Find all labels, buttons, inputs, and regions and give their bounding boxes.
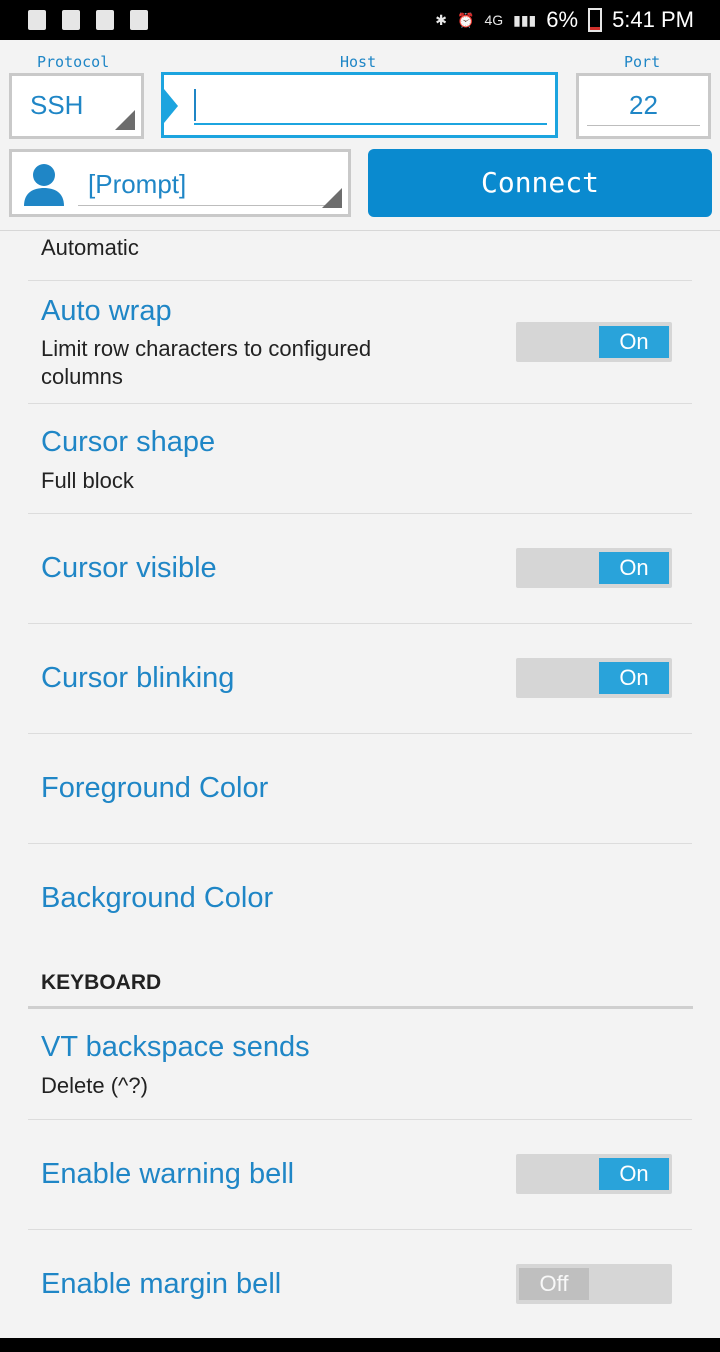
keyboard-settings-list: VT backspace sends Delete (^?) Enable wa… — [0, 1009, 720, 1338]
setting-row-auto-wrap[interactable]: Auto wrap Limit row characters to config… — [28, 281, 692, 404]
port-underline — [587, 125, 700, 126]
setting-row-automatic[interactable]: Automatic — [28, 231, 692, 281]
cursor-visible-toggle[interactable]: On — [516, 548, 672, 588]
port-label: Port — [624, 53, 661, 71]
host-input[interactable] — [161, 72, 558, 138]
setting-title: VT backspace sends — [41, 1031, 310, 1063]
text-cursor — [194, 89, 196, 121]
cursor-blinking-toggle[interactable]: On — [516, 658, 672, 698]
setting-subtitle: Delete (^?) — [41, 1073, 148, 1098]
settings-list: Automatic Auto wrap Limit row characters… — [0, 231, 720, 947]
setting-subtitle-line1: Limit row characters to configured — [41, 336, 372, 361]
connection-bar: Protocol Host Port SSH 22 [Prompt] Conne… — [0, 40, 720, 231]
auto-wrap-toggle[interactable]: On — [516, 322, 672, 362]
activity-icon — [96, 10, 114, 30]
toggle-thumb: On — [599, 326, 669, 358]
setting-title: Enable margin bell — [41, 1268, 282, 1300]
setting-value: Automatic — [41, 235, 139, 260]
status-bar: ✱ ⏰ 4G ▮▮▮ 6% 5:41 PM — [0, 0, 720, 40]
dropdown-corner-icon — [322, 188, 342, 208]
setting-title: Cursor visible — [41, 552, 217, 584]
host-label: Host — [340, 53, 377, 71]
toggle-thumb: On — [599, 552, 669, 584]
bluetooth-icon: ✱ — [435, 11, 448, 28]
setting-subtitle: Full block — [41, 468, 134, 493]
setting-title: Foreground Color — [41, 772, 269, 804]
setting-title: Cursor shape — [41, 426, 216, 458]
toggle-thumb: On — [599, 1158, 669, 1190]
port-input[interactable]: 22 — [576, 73, 711, 139]
setting-row-vt-backspace[interactable]: VT backspace sends Delete (^?) — [28, 1009, 692, 1120]
setting-title: Auto wrap — [41, 295, 172, 327]
setting-row-foreground-color[interactable]: Foreground Color — [28, 734, 692, 844]
host-underline — [194, 123, 547, 125]
alert-icon — [28, 10, 46, 30]
protocol-label: Protocol — [37, 53, 110, 71]
setting-title: Enable warning bell — [41, 1158, 295, 1190]
setting-title: Background Color — [41, 882, 274, 914]
toggle-thumb: On — [599, 662, 669, 694]
system-icons: ✱ ⏰ 4G ▮▮▮ 6% 5:41 PM — [435, 7, 720, 33]
alarm-icon: ⏰ — [457, 11, 475, 28]
user-icon — [24, 164, 64, 206]
network-type: 4G — [484, 12, 504, 28]
play-store-icon — [130, 10, 148, 30]
connect-button[interactable]: Connect — [368, 149, 712, 217]
setting-title: Cursor blinking — [41, 662, 235, 694]
setting-subtitle-line2: columns — [41, 364, 123, 389]
protocol-dropdown[interactable]: SSH — [9, 73, 144, 139]
focus-arrow-icon — [164, 89, 178, 123]
setting-row-cursor-shape[interactable]: Cursor shape Full block — [28, 404, 692, 514]
section-header-keyboard: KEYBOARD — [41, 971, 162, 994]
navigation-bar-edge — [0, 1338, 720, 1352]
setting-row-background-color[interactable]: Background Color — [28, 844, 692, 947]
battery-percent: 6% — [546, 7, 579, 32]
port-value: 22 — [629, 90, 658, 120]
protocol-value: SSH — [30, 90, 84, 120]
user-value: [Prompt] — [88, 169, 187, 199]
battery-icon — [588, 8, 603, 32]
setting-row-warning-bell[interactable]: Enable warning bell On — [28, 1120, 692, 1230]
setting-row-margin-bell[interactable]: Enable margin bell Off — [28, 1230, 692, 1338]
user-dropdown[interactable]: [Prompt] — [9, 149, 351, 217]
signal-icon: ▮▮▮ — [513, 11, 537, 28]
setting-row-cursor-visible[interactable]: Cursor visible On — [28, 514, 692, 624]
download-icon — [62, 10, 80, 30]
setting-row-cursor-blinking[interactable]: Cursor blinking On — [28, 624, 692, 734]
notification-icons — [0, 10, 148, 30]
toggle-thumb: Off — [519, 1268, 589, 1300]
dropdown-corner-icon — [115, 110, 135, 130]
margin-bell-toggle[interactable]: Off — [516, 1264, 672, 1304]
user-underline — [78, 205, 336, 206]
warning-bell-toggle[interactable]: On — [516, 1154, 672, 1194]
clock: 5:41 PM — [612, 7, 694, 32]
